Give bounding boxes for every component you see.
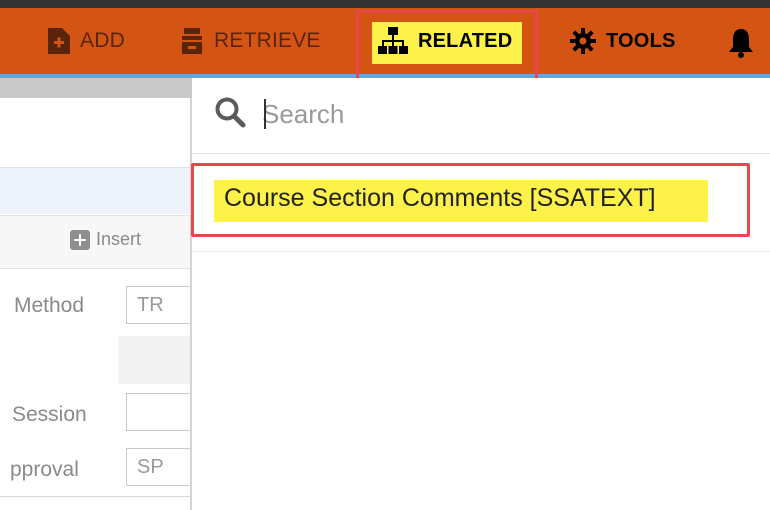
search-input[interactable] — [262, 94, 742, 134]
method-label: Method — [14, 294, 85, 317]
form-bottom-divider — [0, 496, 190, 497]
bell-icon — [729, 29, 753, 58]
search-icon — [214, 96, 246, 133]
add-label: ADD — [80, 29, 125, 52]
form-header-strip — [0, 78, 192, 98]
result-divider — [192, 251, 770, 252]
notifications-button[interactable] — [728, 28, 754, 63]
retrieve-icon — [182, 28, 202, 54]
insert-label: Insert — [96, 229, 142, 249]
result-callout-box — [191, 163, 750, 237]
text-caret — [264, 99, 266, 129]
form-section-header — [0, 168, 190, 214]
related-callout-box — [356, 10, 538, 86]
readonly-field — [118, 336, 190, 384]
tools-button[interactable]: TOOLS — [570, 8, 676, 74]
session-field[interactable] — [126, 393, 190, 431]
plus-square-icon — [70, 229, 90, 250]
session-label: Session — [12, 403, 87, 426]
add-page-icon — [48, 28, 70, 54]
tools-label: TOOLS — [606, 29, 676, 52]
approval-label: pproval — [10, 458, 79, 481]
approval-field[interactable]: SP — [126, 448, 190, 486]
add-button[interactable]: ADD — [48, 8, 125, 74]
method-field[interactable]: TR — [126, 286, 190, 324]
retrieve-label: RETRIEVE — [214, 29, 321, 52]
insert-button[interactable]: Insert — [70, 229, 141, 250]
gear-icon — [570, 28, 596, 54]
retrieve-button[interactable]: RETRIEVE — [182, 8, 321, 74]
